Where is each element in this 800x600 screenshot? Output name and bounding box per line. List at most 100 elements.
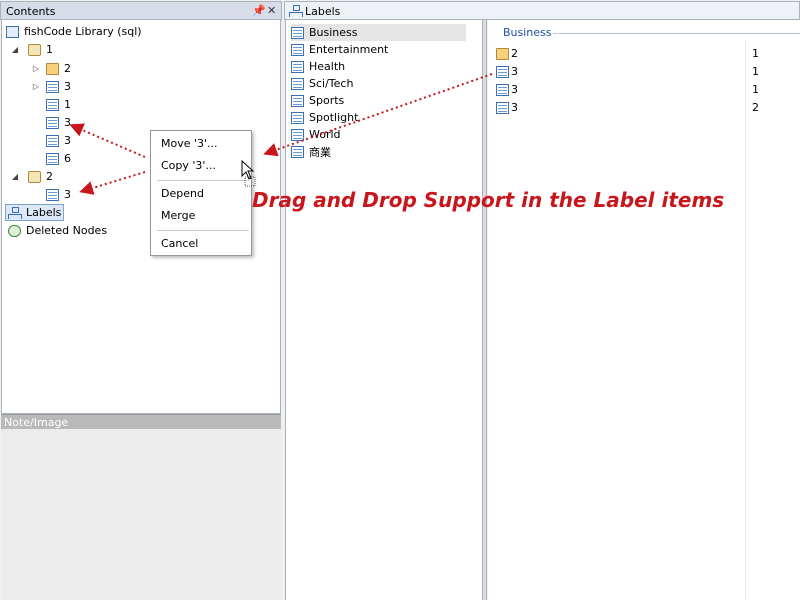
detail-row-value: 1	[752, 83, 759, 96]
label-item-entertainment[interactable]: Entertainment	[291, 41, 388, 58]
detail-row-name: 3	[511, 101, 518, 114]
tree-item-label: 3	[64, 116, 71, 129]
table-icon	[496, 101, 509, 114]
label-item-spotlight[interactable]: Spotlight	[291, 109, 358, 126]
detail-row-name: 2	[511, 47, 518, 60]
label-item-sports[interactable]: Sports	[291, 92, 344, 109]
contents-title: Contents	[6, 5, 56, 18]
label-icon	[291, 26, 304, 39]
detail-row-name: 3	[511, 83, 518, 96]
mouse-cursor-icon	[241, 160, 256, 187]
detail-row[interactable]: 3 2	[496, 99, 796, 116]
tree-item-table-3b[interactable]: 3	[46, 114, 71, 131]
folder-icon	[46, 62, 59, 75]
tree-item-label: 3	[64, 188, 71, 201]
label-item-business[interactable]: Business	[291, 24, 466, 41]
tree-item-table-3d[interactable]: 3	[46, 186, 71, 203]
detail-row-value: 1	[752, 47, 759, 60]
table-icon	[46, 98, 59, 111]
folder-icon	[496, 47, 509, 60]
label-icon	[291, 43, 304, 56]
tree-item-label: 1	[64, 98, 71, 111]
menu-item-copy[interactable]: Copy '3'...	[161, 159, 216, 172]
tree-item-table-1[interactable]: 1	[46, 96, 71, 113]
detail-row-value: 1	[752, 65, 759, 78]
tree-item-table-6[interactable]: 6	[46, 150, 71, 167]
labels-title: Labels	[305, 5, 341, 18]
annotation-text: Drag and Drop Support in the Label items	[252, 188, 725, 212]
detail-row[interactable]: 3 1	[496, 63, 796, 80]
note-image-title: Note/Image	[4, 416, 69, 429]
expand-right-icon[interactable]: ▷	[31, 82, 41, 91]
menu-item-cancel[interactable]: Cancel	[161, 237, 198, 250]
tree-item-table-3c[interactable]: 3	[46, 132, 71, 149]
label-item-text: Sci/Tech	[309, 77, 354, 90]
tree-item-label: 3	[64, 80, 71, 93]
expand-down-icon[interactable]: ◢	[10, 45, 20, 54]
label-item-text: Business	[309, 26, 358, 39]
menu-separator	[157, 180, 249, 181]
close-icon[interactable]: ✕	[267, 4, 276, 17]
group-divider	[553, 33, 800, 34]
tree-item-label: Labels	[26, 206, 62, 219]
tree-item-deleted-nodes[interactable]: Deleted Nodes	[8, 222, 107, 239]
label-icon	[291, 128, 304, 141]
table-icon	[46, 152, 59, 165]
label-icon	[291, 94, 304, 107]
table-icon	[46, 188, 59, 201]
label-item-business-zh[interactable]: 商業	[291, 143, 331, 160]
table-icon	[46, 134, 59, 147]
label-item-scitech[interactable]: Sci/Tech	[291, 75, 353, 92]
menu-separator	[157, 230, 249, 231]
network-icon	[8, 206, 22, 219]
expand-right-icon[interactable]: ▷	[31, 64, 41, 73]
panel-splitter[interactable]	[483, 20, 487, 600]
label-item-text: Spotlight	[309, 111, 359, 124]
tree-item-label: fishCode Library (sql)	[24, 25, 142, 38]
tree-item-table-3[interactable]: ▷ 3	[31, 78, 71, 95]
label-item-health[interactable]: Health	[291, 58, 345, 75]
tree-item-db-2[interactable]: ◢ 2	[10, 168, 53, 185]
label-item-world[interactable]: World	[291, 126, 341, 143]
tree-item-folder-2[interactable]: ▷ 2	[31, 60, 71, 77]
tree-item-label: 3	[64, 134, 71, 147]
tree-item-label: 6	[64, 152, 71, 165]
label-icon	[291, 145, 304, 158]
menu-item-merge[interactable]: Merge	[161, 209, 195, 222]
contents-header: Contents 📌 ✕	[0, 1, 282, 20]
tree-item-db-1[interactable]: ◢ 1	[10, 41, 53, 58]
label-icon	[291, 111, 304, 124]
table-icon	[46, 116, 59, 129]
label-item-text: World	[309, 128, 341, 141]
tree-item-label: 2	[46, 170, 53, 183]
tree-item-labels[interactable]: Labels	[5, 204, 65, 221]
label-icon	[291, 77, 304, 90]
pin-icon[interactable]: 📌	[252, 4, 266, 17]
expand-down-icon[interactable]: ◢	[10, 172, 20, 181]
table-icon	[496, 83, 509, 96]
menu-item-depend[interactable]: Depend	[161, 187, 204, 200]
database-icon	[28, 43, 41, 56]
label-item-text: 商業	[309, 145, 331, 159]
library-icon	[6, 25, 19, 38]
note-image-area	[1, 429, 281, 600]
tree-item-label: Deleted Nodes	[26, 224, 108, 237]
label-item-text: Health	[309, 60, 346, 73]
table-icon	[496, 65, 509, 78]
detail-row[interactable]: 3 1	[496, 81, 796, 98]
tree-item-label: 1	[46, 43, 53, 56]
context-menu: Move '3'... Copy '3'... Depend Merge Can…	[150, 130, 252, 256]
tree-item-label: 2	[64, 62, 71, 75]
label-detail-area: Business 2 1 3 1 3 1 3 2	[488, 20, 800, 600]
column-divider	[745, 40, 746, 600]
table-icon	[46, 80, 59, 93]
network-icon	[289, 5, 303, 17]
label-item-text: Entertainment	[309, 43, 389, 56]
note-image-header: Note/Image	[1, 414, 281, 429]
detail-row-value: 2	[752, 101, 759, 114]
group-title: Business	[503, 26, 552, 39]
tree-item-library[interactable]: fishCode Library (sql)	[6, 23, 142, 40]
menu-item-move[interactable]: Move '3'...	[161, 137, 218, 150]
label-icon	[291, 60, 304, 73]
detail-row[interactable]: 2 1	[496, 45, 796, 62]
